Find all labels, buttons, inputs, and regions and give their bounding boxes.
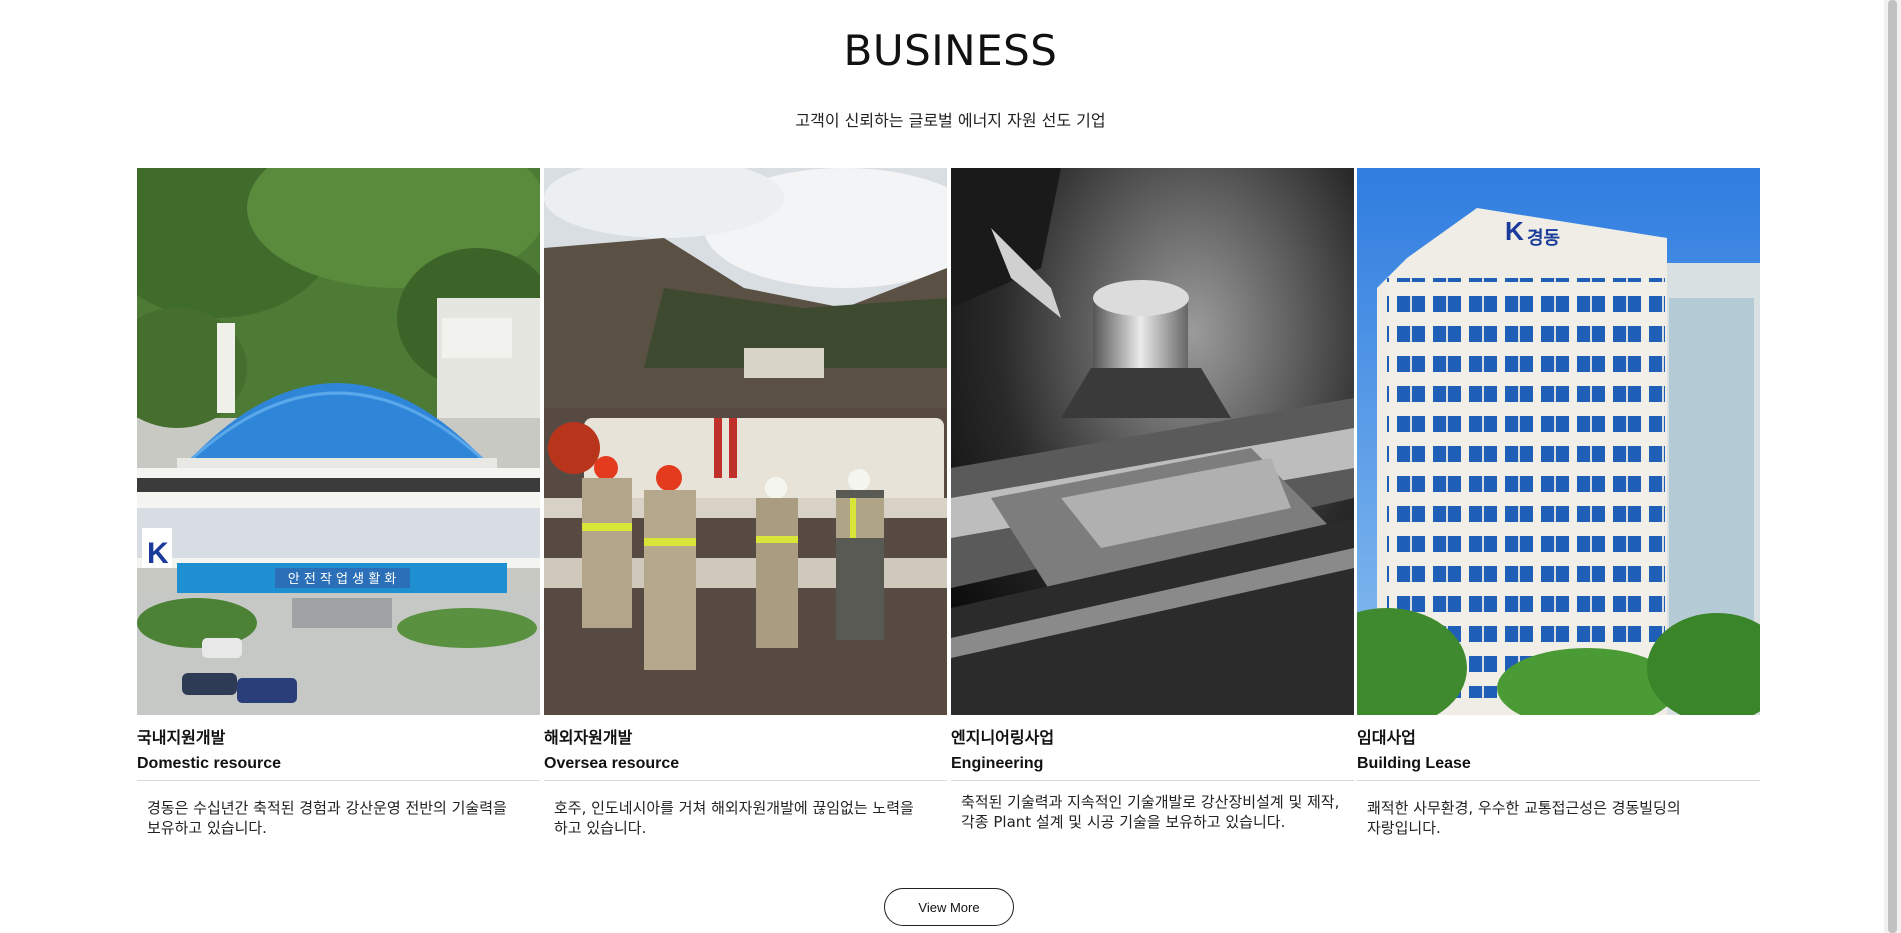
page-scrollbar[interactable] [1884,0,1901,933]
business-card-domestic[interactable]: 안 전 작 업 생 활 화 K 국내지원개발 Domestic resource… [137,168,540,858]
svg-text:K: K [147,537,169,570]
card-description: 호주, 인도네시아를 거쳐 해외자원개발에 끊임없는 노력을 하고 있습니다. [554,799,914,837]
business-card-building-lease[interactable]: K 경동 임대사업 Building Lease 쾌적한 사무환경, 우수한 교… [1357,168,1760,858]
engineering-machining-photo [951,168,1354,715]
building-lease-photo: K 경동 [1357,168,1760,715]
card-ko-title: 해외자원개발 [544,728,633,747]
card-divider [1357,780,1760,781]
business-cards: 안 전 작 업 생 활 화 K 국내지원개발 Domestic resource… [137,168,1762,858]
card-ko-title: 임대사업 [1357,728,1416,747]
card-ko-title: 엔지니어링사업 [951,728,1055,747]
facility-sign-text: 안 전 작 업 생 활 화 [288,572,397,587]
card-en-title: Engineering [951,755,1044,772]
scrollbar-thumb[interactable] [1888,0,1897,933]
business-card-oversea[interactable]: 해외자원개발 Oversea resource 호주, 인도네시아를 거쳐 해외… [544,168,947,858]
oversea-mining-photo [544,168,947,715]
domestic-facility-photo: 안 전 작 업 생 활 화 K [137,168,540,715]
card-divider [137,780,540,781]
card-en-title: Oversea resource [544,755,680,772]
card-description: 쾌적한 사무환경, 우수한 교통접근성은 경동빌딩의 자랑입니다. [1367,799,1681,837]
card-en-title: Building Lease [1357,755,1471,772]
card-divider [544,780,947,781]
building-sign-text: 경동 [1527,228,1560,249]
card-ko-title: 국내지원개발 [137,728,226,747]
card-divider [951,780,1354,781]
building-sign-logo: K [1505,216,1524,246]
section-subtitle: 고객이 신뢰하는 글로벌 에너지 자원 선도 기업 [795,111,1106,130]
card-description: 축적된 기술력과 지속적인 기술개발로 강산장비설계 및 제작, 각종 Plan… [961,793,1340,831]
view-more-button[interactable]: View More [884,888,1014,926]
card-description: 경동은 수십년간 축적된 경험과 강산운영 전반의 기술력을 보유하고 있습니다… [147,799,507,837]
card-en-title: Domestic resource [137,755,282,772]
business-card-engineering[interactable]: 엔지니어링사업 Engineering 축적된 기술력과 지속적인 기술개발로 … [951,168,1354,858]
section-title: BUSINESS [843,26,1058,75]
